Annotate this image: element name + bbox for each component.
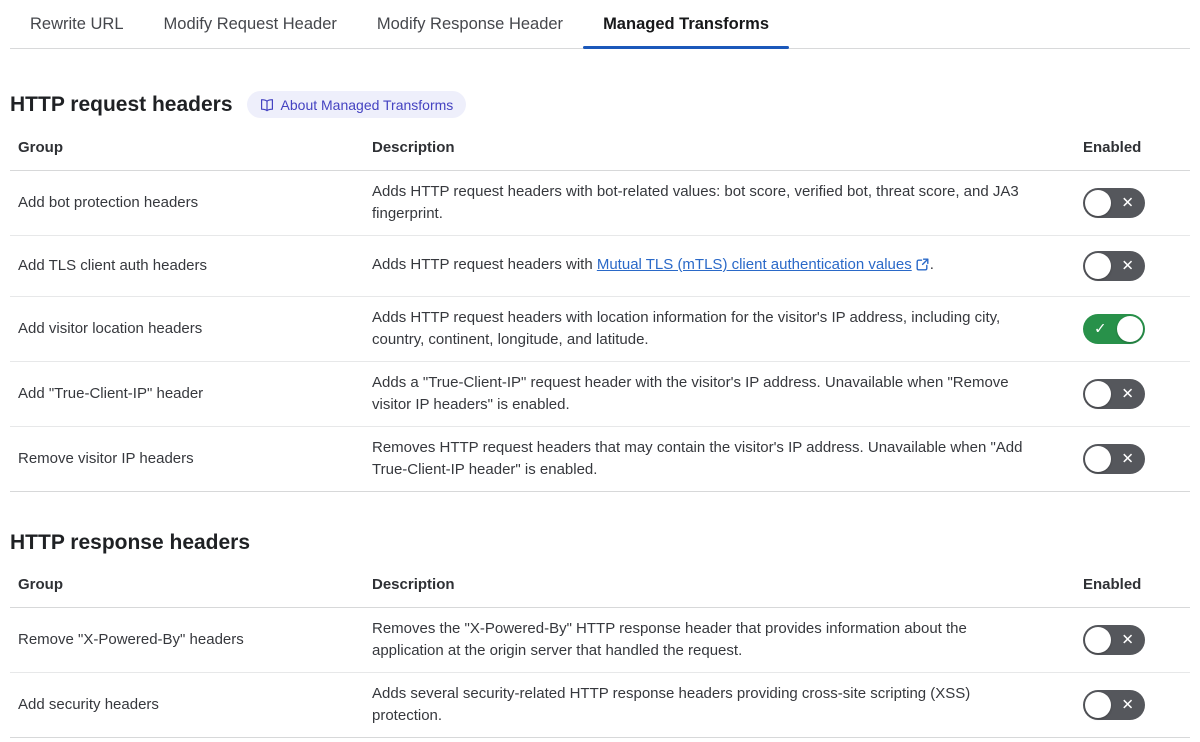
description-link[interactable]: Mutual TLS (mTLS) client authentication … xyxy=(597,256,912,273)
x-icon: ✕ xyxy=(1121,257,1134,275)
table-header-row: Group Description Enabled xyxy=(10,132,1190,171)
table-row: Add security headers Adds several securit… xyxy=(10,673,1190,738)
column-header-description: Description xyxy=(372,576,455,593)
row-enabled-cell: ✕ xyxy=(1070,434,1190,484)
column-header-description: Description xyxy=(372,139,455,156)
column-header-group: Group xyxy=(18,139,63,156)
row-description: Removes HTTP request headers that may co… xyxy=(372,439,1023,478)
x-icon: ✕ xyxy=(1121,631,1134,649)
badge-label: About Managed Transforms xyxy=(280,96,454,113)
column-header-enabled: Enabled xyxy=(1083,139,1142,156)
x-icon: ✕ xyxy=(1121,194,1134,212)
toggle-knob xyxy=(1085,190,1111,216)
row-description: Adds HTTP request headers with Mutual TL… xyxy=(372,256,934,275)
response-headers-title: HTTP response headers xyxy=(10,531,251,554)
about-managed-transforms-link[interactable]: About Managed Transforms xyxy=(246,91,467,118)
row-enabled-cell: ✕ xyxy=(1070,241,1190,291)
toggle-remove-visitor-ip-headers[interactable]: ✕ xyxy=(1083,444,1145,474)
table-header-row: Group Description Enabled xyxy=(10,569,1190,608)
column-header-group: Group xyxy=(18,576,63,593)
table-row: Add visitor location headers Adds HTTP re… xyxy=(10,297,1190,362)
x-icon: ✕ xyxy=(1121,696,1134,714)
row-description: Adds several security-related HTTP respo… xyxy=(372,685,971,724)
row-group-label: Remove "X-Powered-By" headers xyxy=(18,631,244,648)
row-enabled-cell: ✕ xyxy=(1070,369,1190,419)
row-group-label: Remove visitor IP headers xyxy=(18,450,194,467)
row-enabled-cell: ✕ xyxy=(1070,615,1190,665)
row-group-label: Add "True-Client-IP" header xyxy=(18,385,204,402)
table-row: Add TLS client auth headers Adds HTTP req… xyxy=(10,236,1190,297)
table-row: Remove "X-Powered-By" headers Removes the… xyxy=(10,608,1190,673)
tab-bar: Rewrite URL Modify Request Header Modify… xyxy=(10,0,1190,49)
row-group-label: Add visitor location headers xyxy=(18,320,203,337)
x-icon: ✕ xyxy=(1121,385,1134,403)
toggle-knob xyxy=(1117,316,1143,342)
toggle-knob xyxy=(1085,446,1111,472)
toggle-add-true-client-ip-header[interactable]: ✕ xyxy=(1083,379,1145,409)
row-description: Adds a "True-Client-IP" request header w… xyxy=(372,374,1009,413)
toggle-remove-x-powered-by-headers[interactable]: ✕ xyxy=(1083,625,1145,655)
tab-managed-transforms[interactable]: Managed Transforms xyxy=(583,0,790,49)
row-description: Adds HTTP request headers with location … xyxy=(372,309,1001,348)
response-headers-table: Group Description Enabled Remove "X-Powe… xyxy=(10,569,1190,738)
check-icon: ✓ xyxy=(1094,320,1107,338)
toggle-knob xyxy=(1085,253,1111,279)
tab-modify-response-header[interactable]: Modify Response Header xyxy=(357,0,583,48)
toggle-add-bot-protection-headers[interactable]: ✕ xyxy=(1083,188,1145,218)
response-headers-section-header: HTTP response headers xyxy=(10,530,1190,555)
toggle-add-visitor-location-headers[interactable]: ✓ xyxy=(1083,314,1145,344)
table-row: Remove visitor IP headers Removes HTTP re… xyxy=(10,427,1190,492)
column-header-enabled: Enabled xyxy=(1083,576,1142,593)
toggle-knob xyxy=(1085,627,1111,653)
toggle-knob xyxy=(1085,692,1111,718)
external-link-icon xyxy=(916,258,929,275)
row-group-label: Add TLS client auth headers xyxy=(18,257,208,274)
tab-rewrite-url[interactable]: Rewrite URL xyxy=(10,0,144,48)
request-headers-section-header: HTTP request headers About Managed Trans… xyxy=(10,91,1190,118)
toggle-knob xyxy=(1085,381,1111,407)
row-group-label: Add bot protection headers xyxy=(18,194,199,211)
row-description: Adds HTTP request headers with bot-relat… xyxy=(372,183,1019,222)
toggle-add-security-headers[interactable]: ✕ xyxy=(1083,690,1145,720)
book-icon xyxy=(260,98,274,112)
request-headers-table: Group Description Enabled Add bot protec… xyxy=(10,132,1190,492)
row-enabled-cell: ✓ xyxy=(1070,304,1190,354)
row-description: Removes the "X-Powered-By" HTTP response… xyxy=(372,620,967,659)
table-row: Add bot protection headers Adds HTTP requ… xyxy=(10,171,1190,236)
toggle-add-tls-client-auth-headers[interactable]: ✕ xyxy=(1083,251,1145,281)
x-icon: ✕ xyxy=(1121,450,1134,468)
tab-modify-request-header[interactable]: Modify Request Header xyxy=(144,0,357,48)
request-headers-title: HTTP request headers xyxy=(10,93,233,116)
table-row: Add "True-Client-IP" header Adds a "True-… xyxy=(10,362,1190,427)
row-enabled-cell: ✕ xyxy=(1070,178,1190,228)
row-group-label: Add security headers xyxy=(18,696,159,713)
row-enabled-cell: ✕ xyxy=(1070,680,1190,730)
